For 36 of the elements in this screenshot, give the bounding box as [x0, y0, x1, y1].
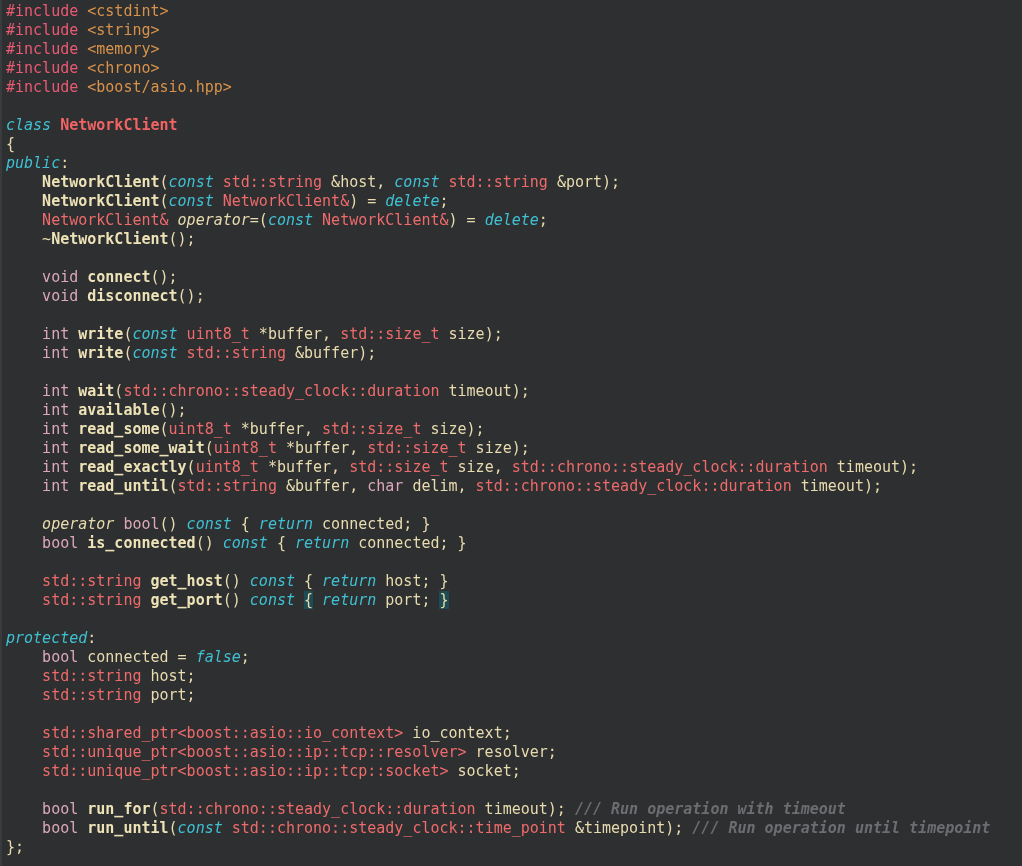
code-line: #include <boost/asio.hpp>	[6, 78, 232, 97]
code-line: bool connected = false;	[42, 648, 250, 667]
code-line: #include <cstdint>	[6, 2, 169, 21]
code-line: int read_some_wait(uint8_t *buffer, std::size_t size);	[42, 439, 530, 458]
code-line: std::unique_ptr<boost::asio::ip::tcp::socket> socket;	[42, 762, 521, 781]
code-line: void disconnect();	[42, 287, 205, 306]
code-line: ~NetworkClient();	[42, 230, 196, 249]
code-line: std::string get_port() const { return port; }	[42, 591, 449, 610]
code-line: operator bool() const { return connected; }	[42, 515, 431, 534]
code-line: int available();	[42, 401, 187, 420]
code-line: std::string get_host() const { return host; }	[42, 572, 449, 591]
code-line: {	[6, 135, 16, 154]
code-line: public:	[6, 154, 70, 173]
code-line: bool run_for(std::chrono::steady_clock::duration timeout); /// Run operation with timeout	[42, 800, 846, 819]
code-line: int read_exactly(uint8_t *buffer, std::size_t size, std::chrono::steady_clock::duration timeout);	[42, 458, 919, 477]
code-line: };	[6, 838, 25, 857]
code-line: std::string port;	[42, 686, 196, 705]
code-line: #include <string>	[6, 21, 160, 40]
code-line: bool run_until(const std::chrono::steady_clock::time_point &timepoint); /// Run operation until timepoint	[42, 819, 991, 838]
code-line: #include <memory>	[6, 40, 160, 59]
code-line: int write(const std::string &buffer);	[42, 344, 377, 363]
code-line: std::unique_ptr<boost::asio::ip::tcp::resolver> resolver;	[42, 743, 557, 762]
code-line: int read_some(uint8_t *buffer, std::size_t size);	[42, 420, 485, 439]
code-line: std::string host;	[42, 667, 196, 686]
code-line: #include <chrono>	[6, 59, 160, 78]
code-line: std::shared_ptr<boost::asio::io_context> io_context;	[42, 724, 512, 743]
code-line: protected:	[6, 629, 97, 648]
code-line: int wait(std::chrono::steady_clock::duration timeout);	[42, 382, 530, 401]
code-line: NetworkClient& operator=(const NetworkClient&) = delete;	[42, 211, 548, 230]
code-line: class NetworkClient	[6, 116, 178, 135]
code-line: NetworkClient(const NetworkClient&) = delete;	[42, 192, 449, 211]
code-line: int read_until(std::string &buffer, char delim, std::chrono::steady_clock::duration timeout);	[42, 477, 882, 496]
code-line: NetworkClient(const std::string &host, const std::string &port);	[42, 173, 621, 192]
code-line: void connect();	[42, 268, 178, 287]
code-line: bool is_connected() const { return connected; }	[42, 534, 467, 553]
code-line: int write(const uint8_t *buffer, std::size_t size);	[42, 325, 503, 344]
